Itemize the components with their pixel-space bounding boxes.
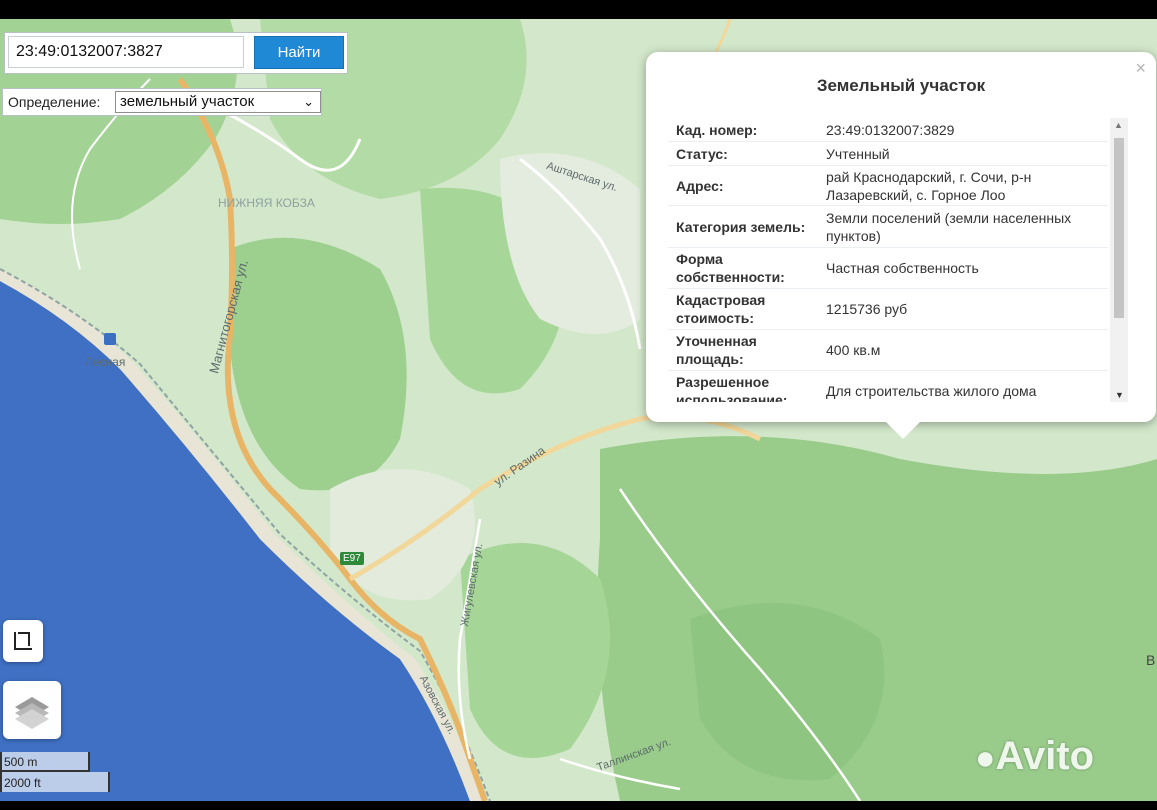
scale-label-metric: 500 m — [4, 755, 38, 769]
place-label-nizhnyaya-kobza: НИЖНЯЯ КОБЗА — [218, 196, 315, 210]
fullscreen-icon-corner — [18, 632, 30, 646]
table-row: Разрешенное использование: Для строитель… — [668, 371, 1108, 402]
edge-map-label: В — [1146, 652, 1156, 668]
scroll-up-icon[interactable]: ▲ — [1114, 120, 1123, 130]
table-row: Категория земель: Земли поселений (земли… — [668, 206, 1108, 248]
chevron-down-icon: ⌄ — [303, 94, 314, 109]
popup-scrollbar[interactable]: ▲ ▼ — [1110, 118, 1128, 402]
parcel-attributes-table: Кад. номер: 23:49:0132007:3829 Статус: У… — [668, 118, 1108, 402]
table-row: Адрес: рай Краснодарский, г. Сочи, р-н Л… — [668, 166, 1108, 206]
train-station-icon — [104, 333, 116, 345]
row-key: Категория земель: — [676, 218, 806, 235]
scrollbar-thumb[interactable] — [1114, 138, 1124, 318]
cadastral-search-input[interactable]: 23:49:0132007:3827 — [8, 36, 244, 68]
popup-pointer — [885, 421, 921, 439]
layers-button[interactable] — [3, 681, 61, 739]
layers-icon — [15, 697, 49, 729]
row-key: Разрешенное использование: — [676, 374, 788, 402]
row-key: Кадастровая стоимость: — [676, 292, 766, 326]
definition-label: Определение: — [8, 94, 101, 110]
row-value: 400 кв.м — [826, 342, 881, 358]
table-row: Кад. номер: 23:49:0132007:3829 — [668, 118, 1108, 142]
table-row: Форма собственности: Частная собственнос… — [668, 248, 1108, 289]
fullscreen-button[interactable] — [3, 620, 43, 662]
road-sign-e97: E97 — [340, 552, 364, 565]
table-row: Уточненная площадь: 400 кв.м — [668, 330, 1108, 371]
row-value: Земли поселений (земли населенных пункто… — [826, 209, 1072, 244]
station-label-lesnaya: Лесная — [85, 355, 126, 369]
row-key: Статус: — [676, 145, 728, 162]
watermark-text: Avito — [995, 734, 1095, 778]
row-key: Адрес: — [676, 177, 724, 194]
row-key: Уточненная площадь: — [676, 333, 757, 367]
table-row: Статус: Учтенный — [668, 142, 1108, 166]
find-button[interactable]: Найти — [254, 36, 344, 69]
definition-select[interactable]: земельный участок ⌄ — [115, 91, 321, 113]
row-value: Для строительства жилого дома — [826, 383, 1037, 399]
row-value: рай Краснодарский, г. Сочи, р-н Лазаревс… — [826, 168, 1032, 203]
popup-title: Земельный участок — [816, 76, 986, 95]
row-key: Форма собственности: — [676, 251, 785, 285]
parcel-info-popup: × Земельный участок Кад. номер: 23:49:01… — [646, 52, 1156, 422]
avito-logo-dots-icon: ● — [975, 739, 996, 777]
scroll-down-icon[interactable]: ▼ — [1115, 390, 1124, 400]
avito-watermark: ●Avito — [975, 734, 1094, 779]
row-value: 1215736 руб — [826, 301, 908, 317]
scale-bar: 500 m 2000 ft — [0, 752, 110, 796]
scale-label-imperial: 2000 ft — [4, 776, 41, 790]
row-value: Частная собственность — [826, 260, 979, 276]
row-key: Кад. номер: — [676, 121, 758, 138]
row-value: Учтенный — [826, 145, 890, 162]
table-row: Кадастровая стоимость: 1215736 руб — [668, 289, 1108, 330]
definition-selected-value: земельный участок — [120, 93, 255, 110]
row-value: 23:49:0132007:3829 — [826, 121, 955, 138]
